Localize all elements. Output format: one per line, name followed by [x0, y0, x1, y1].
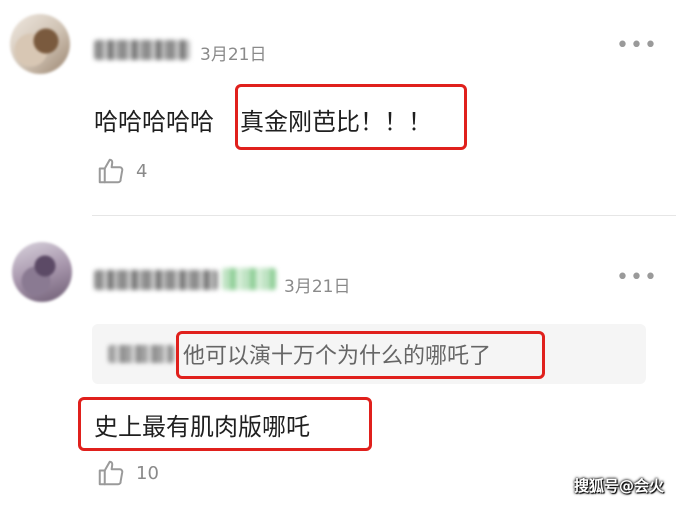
- avatar[interactable]: [10, 14, 70, 74]
- comment-text: 哈哈哈哈哈: [94, 108, 214, 136]
- username-blurred[interactable]: [94, 40, 190, 60]
- like-button[interactable]: 10: [96, 458, 159, 488]
- highlight-box: [78, 397, 372, 451]
- more-dots-icon[interactable]: •••: [616, 265, 658, 290]
- highlight-box: [235, 84, 467, 150]
- highlight-box: [176, 331, 545, 379]
- thumbs-up-icon: [98, 158, 124, 184]
- comment-date: 3月21日: [284, 277, 351, 297]
- user-badge-blurred: [222, 268, 276, 290]
- quoted-username-blurred: [108, 345, 174, 363]
- divider: [92, 215, 676, 216]
- thumbs-up-icon: [98, 460, 124, 486]
- avatar[interactable]: [12, 242, 72, 302]
- comment-date: 3月21日: [200, 45, 267, 65]
- watermark: 搜狐号@会火: [573, 477, 664, 495]
- like-count: 10: [136, 462, 159, 484]
- username-blurred[interactable]: [94, 270, 218, 290]
- like-button[interactable]: 4: [96, 156, 147, 186]
- more-dots-icon[interactable]: •••: [616, 33, 658, 58]
- like-count: 4: [136, 160, 148, 182]
